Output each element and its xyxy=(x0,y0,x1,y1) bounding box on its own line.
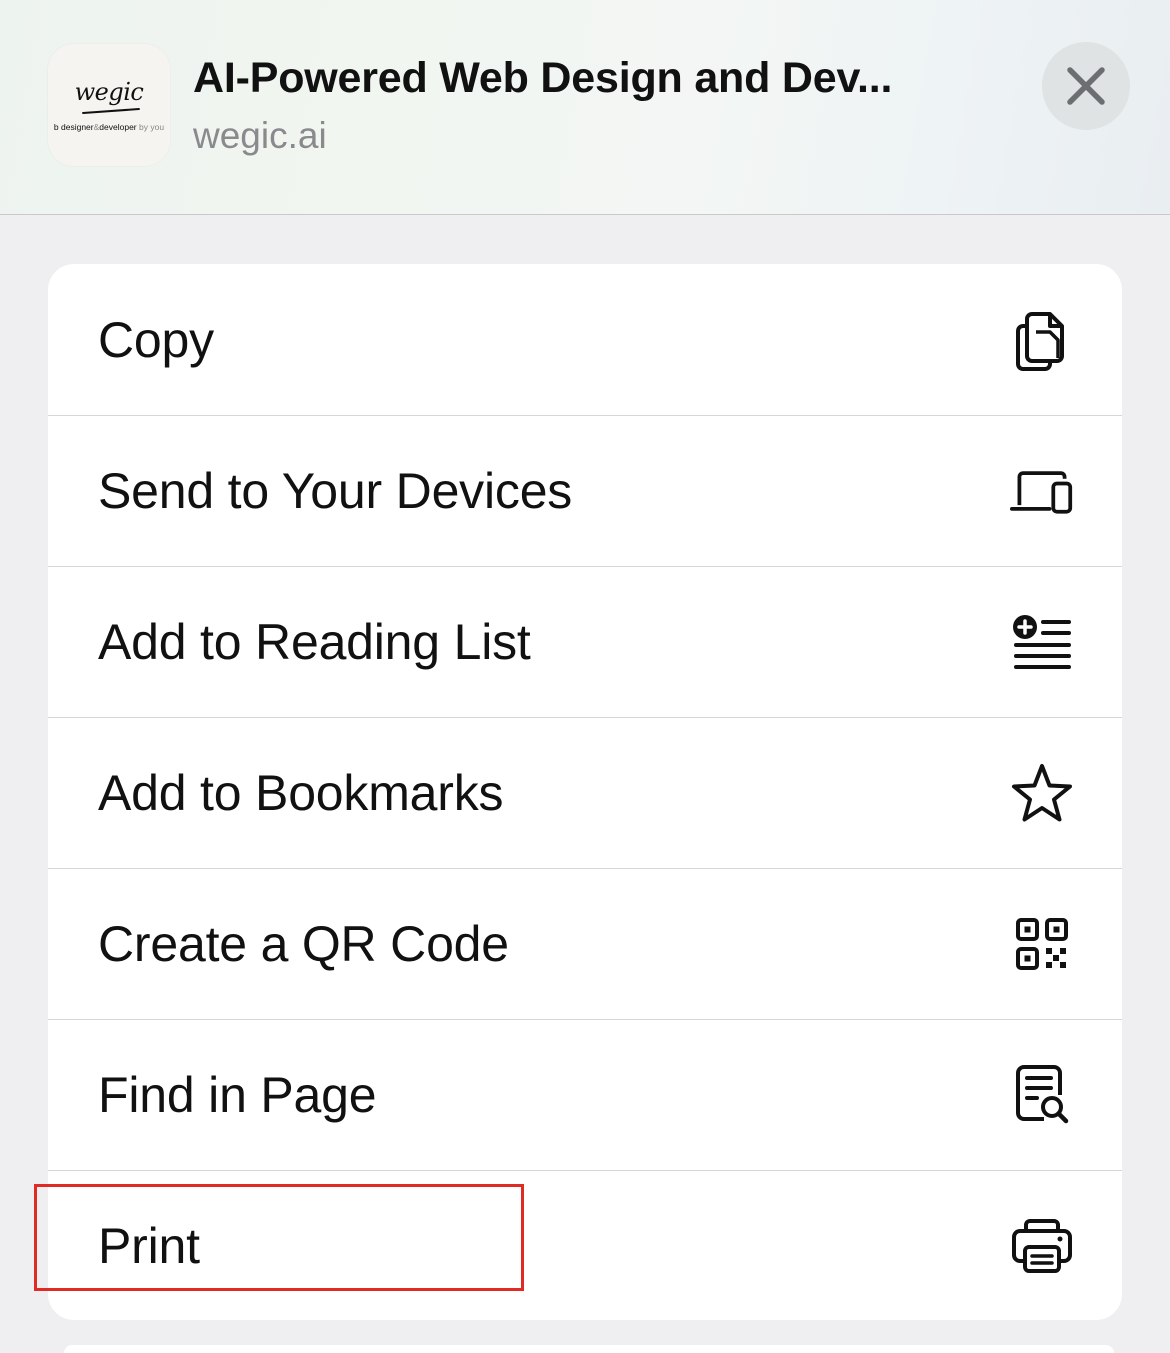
menu-item-label: Add to Bookmarks xyxy=(98,765,504,821)
action-menu: Copy Send to Your Devices Add to Reading… xyxy=(48,264,1122,1320)
menu-item-label: Find in Page xyxy=(98,1067,377,1123)
printer-icon xyxy=(1010,1214,1074,1278)
close-button[interactable] xyxy=(1042,42,1130,130)
qr-code-icon xyxy=(1010,912,1074,976)
close-icon xyxy=(1067,67,1105,105)
menu-item-find-in-page[interactable]: Find in Page xyxy=(48,1019,1122,1170)
share-sheet-header: wegic b designer&developer by you AI-Pow… xyxy=(0,0,1170,215)
menu-item-qr-code[interactable]: Create a QR Code xyxy=(48,868,1122,1019)
logo-underline xyxy=(82,107,140,115)
devices-icon xyxy=(1010,459,1074,523)
find-in-page-icon xyxy=(1010,1063,1074,1127)
site-logo-tagline: b designer&developer by you xyxy=(53,122,165,132)
next-card-edge xyxy=(64,1345,1114,1353)
menu-item-reading-list[interactable]: Add to Reading List xyxy=(48,566,1122,717)
menu-item-send-to-devices[interactable]: Send to Your Devices xyxy=(48,415,1122,566)
menu-item-bookmarks[interactable]: Add to Bookmarks xyxy=(48,717,1122,868)
menu-item-label: Add to Reading List xyxy=(98,614,531,670)
menu-item-copy[interactable]: Copy xyxy=(48,264,1122,415)
page-domain: wegic.ai xyxy=(193,115,327,156)
star-icon xyxy=(1010,761,1074,825)
menu-item-label: Send to Your Devices xyxy=(98,463,573,519)
reading-list-icon xyxy=(1010,610,1074,674)
menu-item-print[interactable]: Print xyxy=(48,1170,1122,1320)
site-icon: wegic b designer&developer by you xyxy=(48,44,170,166)
share-sheet: wegic b designer&developer by you AI-Pow… xyxy=(0,0,1170,1353)
menu-item-label: Print xyxy=(98,1218,200,1274)
site-logo-text: wegic xyxy=(74,78,144,106)
menu-item-label: Copy xyxy=(98,311,214,368)
copy-icon xyxy=(1010,308,1074,372)
page-title: AI-Powered Web Design and Dev... xyxy=(193,54,893,102)
menu-item-label: Create a QR Code xyxy=(98,916,509,972)
